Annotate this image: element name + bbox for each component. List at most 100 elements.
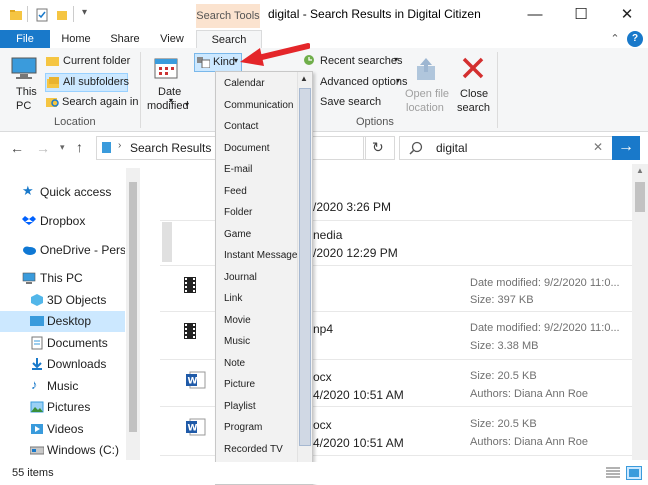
breadcrumb-separator-icon: › [118, 140, 122, 151]
desktop-icon [30, 316, 44, 326]
recent-searches-button[interactable]: Recent searches ▾ [303, 53, 403, 69]
nav-item-3d-objects[interactable]: 3D Objects [0, 290, 125, 311]
forward-icon[interactable]: → [36, 140, 50, 156]
nav-item-windows-c[interactable]: Windows (C:) [0, 440, 125, 461]
kind-menu-item-music[interactable]: Music [224, 336, 250, 347]
kind-menu-item-recorded-tv[interactable]: Recorded TV [224, 444, 283, 455]
current-folder-label: Current folder [63, 55, 131, 67]
kind-menu-item-contact[interactable]: Contact [224, 121, 258, 132]
properties-icon[interactable] [35, 8, 49, 22]
results-scrollbar[interactable]: ▲ [632, 164, 648, 460]
maximize-button[interactable]: ☐ [558, 0, 604, 30]
current-folder-button[interactable]: Current folder [45, 53, 131, 69]
kind-menu-item-note[interactable]: Note [224, 358, 245, 369]
kind-menu-item-picture[interactable]: Picture [224, 379, 255, 390]
kind-icon [197, 57, 210, 68]
folders-icon [47, 77, 59, 88]
minimize-button[interactable]: — [512, 0, 558, 30]
nav-item-dropbox[interactable]: Dropbox [0, 211, 125, 232]
clear-search-icon[interactable]: ✕ [593, 140, 603, 154]
result-date-modified: Date modified: 9/2/2020 11:0... [470, 322, 620, 334]
close-button[interactable]: ✕ [604, 0, 648, 30]
help-icon[interactable]: ? [627, 31, 643, 47]
kind-menu-item-document[interactable]: Document [224, 143, 270, 154]
search-go-button[interactable]: → [612, 136, 640, 160]
kind-menu-scrollbar[interactable]: ▲ [297, 72, 311, 482]
nav-item-documents[interactable]: Documents [0, 333, 125, 354]
result-name: ocx [313, 418, 332, 432]
close-search-label-1: Close [460, 88, 489, 100]
kind-label: Kind [213, 56, 236, 68]
computer-icon [11, 57, 37, 79]
kind-button[interactable]: Kind ▾ [194, 53, 242, 72]
kind-menu-item-feed[interactable]: Feed [224, 186, 247, 197]
document-icon [31, 336, 43, 350]
kind-menu-item-playlist[interactable]: Playlist [224, 401, 256, 412]
scrollbar-thumb[interactable] [299, 88, 311, 446]
this-pc-button[interactable]: This PC [6, 50, 42, 114]
nav-item-pictures[interactable]: Pictures [0, 397, 125, 418]
nav-item-this-pc[interactable]: This PC [0, 268, 125, 289]
date-modified-label-1: Date [158, 86, 182, 98]
up-icon[interactable]: ↑ [76, 139, 83, 155]
nav-item-music[interactable]: ♪ Music [0, 376, 125, 397]
nav-item-onedrive[interactable]: OneDrive - Person [0, 240, 125, 261]
search-input[interactable]: digital [436, 141, 467, 155]
folder-search-icon [46, 98, 59, 107]
nav-label: Windows (C:) [47, 443, 120, 457]
nav-label: 3D Objects [47, 293, 107, 307]
kind-menu-item-program[interactable]: Program [224, 422, 262, 433]
scroll-up-icon[interactable]: ▲ [300, 74, 308, 83]
recent-locations-icon[interactable]: ▾ [60, 142, 65, 153]
breadcrumb[interactable]: Search Results [130, 141, 211, 155]
star-icon: ★ [22, 183, 34, 198]
tab-home[interactable]: Home [54, 30, 98, 48]
dropbox-icon [22, 216, 36, 225]
status-bar: 55 items [0, 462, 648, 484]
scrollbar-thumb[interactable] [635, 182, 645, 212]
kind-menu-item-game[interactable]: Game [224, 229, 251, 240]
kind-menu-item-movie[interactable]: Movie [224, 315, 251, 326]
open-file-location-button[interactable]: Open file location [402, 50, 449, 114]
kind-menu-item-communication[interactable]: Communication [224, 100, 293, 111]
item-count: 55 items [12, 467, 54, 479]
save-search-button[interactable]: Save search [310, 94, 381, 110]
nav-item-downloads[interactable]: Downloads [0, 354, 125, 375]
advanced-options-button[interactable]: Advanced options ▾ [310, 74, 407, 90]
customize-qat-icon[interactable]: ▾ [82, 7, 87, 18]
result-size: Size: 397 KB [470, 294, 534, 306]
result-date: /2020 3:26 PM [313, 200, 392, 214]
nav-item-desktop[interactable]: Desktop [0, 311, 125, 332]
kind-menu-item-folder[interactable]: Folder [224, 207, 252, 218]
date-modified-label-2: modified [147, 100, 189, 112]
nav-item-quick-access[interactable]: ★ Quick access [0, 182, 125, 203]
kind-menu-item-e-mail[interactable]: E-mail [224, 164, 252, 175]
kind-menu-item-journal[interactable]: Journal [224, 272, 257, 283]
nav-label: OneDrive - Person [40, 243, 125, 257]
back-icon[interactable]: ← [10, 140, 24, 156]
search-box[interactable]: digital ✕ [399, 136, 614, 160]
kind-menu-item-instant-message[interactable]: Instant Message [224, 250, 297, 261]
date-modified-button[interactable]: Date modified ▾ [144, 50, 190, 114]
tab-file[interactable]: File [0, 30, 50, 48]
collapse-ribbon-icon[interactable]: ⌃ [608, 30, 622, 48]
search-results-icon [102, 142, 111, 153]
all-subfolders-label: All subfolders [63, 76, 130, 88]
all-subfolders-button[interactable]: All subfolders [45, 73, 130, 92]
search-again-in-button[interactable]: Search again in ▾ [45, 94, 173, 110]
refresh-button[interactable]: ↻ [363, 136, 395, 160]
new-folder-icon[interactable] [55, 8, 69, 22]
kind-menu-item-calendar[interactable]: Calendar [224, 78, 265, 89]
kind-menu-item-link[interactable]: Link [224, 293, 242, 304]
details-view-icon[interactable] [606, 467, 620, 479]
close-search-button[interactable]: Close search [453, 50, 493, 114]
scroll-up-icon[interactable]: ▲ [636, 166, 644, 175]
scrollbar-thumb[interactable] [129, 182, 137, 432]
navigation-scrollbar[interactable] [126, 168, 140, 460]
folder-icon [10, 10, 22, 20]
tab-share[interactable]: Share [102, 30, 148, 48]
nav-item-videos[interactable]: Videos [0, 419, 125, 440]
large-icons-view-icon[interactable] [626, 466, 642, 480]
result-size: Size: 20.5 KB [470, 418, 537, 430]
tab-view[interactable]: View [150, 30, 194, 48]
